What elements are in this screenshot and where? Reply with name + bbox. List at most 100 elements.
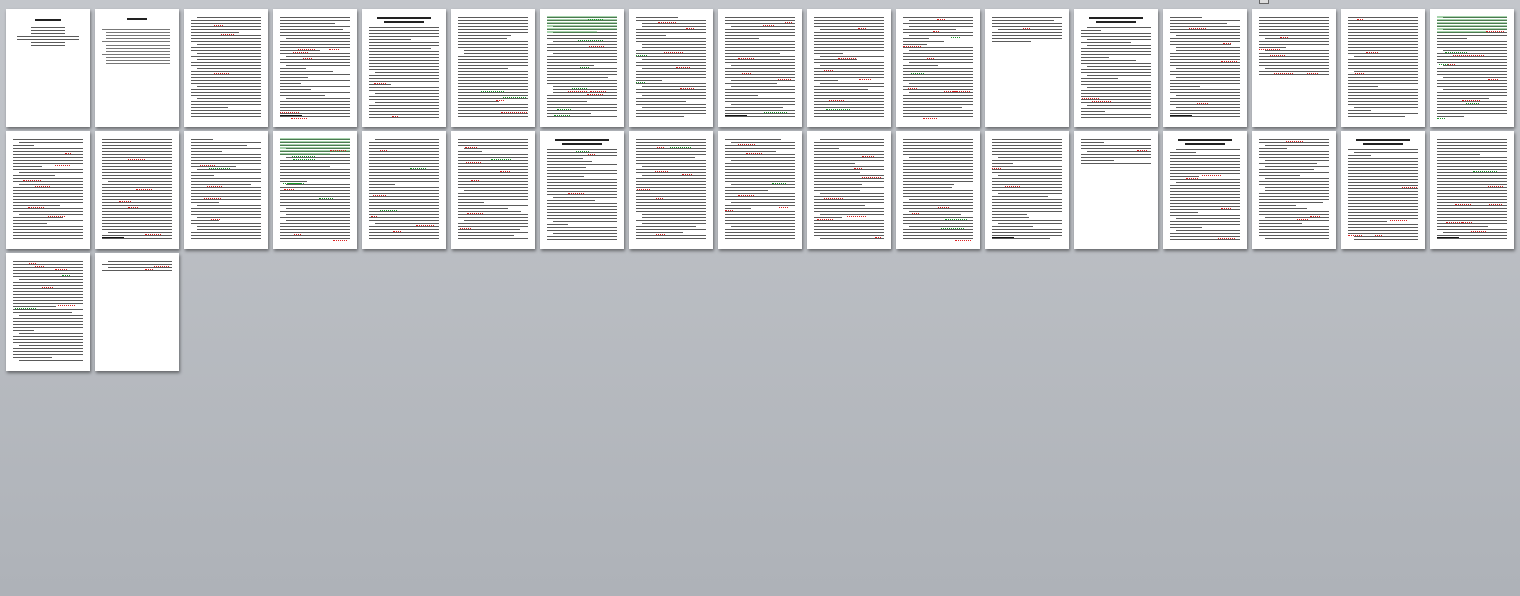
text-line: [1170, 20, 1240, 21]
page-thumbnail[interactable]: [451, 9, 535, 127]
grammar-error-underline: [1466, 100, 1479, 104]
text-line: [458, 181, 528, 182]
page-thumbnail[interactable]: [896, 9, 980, 127]
page-thumbnail[interactable]: [629, 131, 713, 249]
page-thumbnail[interactable]: [629, 9, 713, 127]
page-text: [1348, 137, 1418, 243]
page-thumbnail[interactable]: [6, 9, 90, 127]
text-line: [464, 53, 528, 54]
page-thumbnail[interactable]: [1074, 9, 1158, 127]
page-thumbnail[interactable]: [1252, 131, 1336, 249]
page-thumbnail[interactable]: [540, 131, 624, 249]
text-line: [903, 163, 973, 164]
text-line: [903, 178, 973, 179]
page-thumbnail[interactable]: [1430, 131, 1514, 249]
text-line: [369, 190, 439, 191]
grammar-error-underline: [636, 79, 645, 83]
page-thumbnail[interactable]: [807, 131, 891, 249]
page-thumbnail[interactable]: [1163, 131, 1247, 249]
page-thumbnail[interactable]: [1430, 9, 1514, 127]
text-line: [547, 98, 617, 99]
document-viewport[interactable]: [0, 0, 1520, 596]
page-thumbnail[interactable]: [184, 131, 268, 249]
spelling-error-underline: [1270, 52, 1285, 56]
page-thumbnail[interactable]: [985, 131, 1069, 249]
text-line: [547, 152, 617, 153]
text-line: [280, 196, 350, 197]
text-line: [1081, 33, 1151, 34]
text-line: [1081, 84, 1151, 85]
page-thumbnail[interactable]: [184, 9, 268, 127]
text-line: [547, 236, 617, 237]
text-line: [369, 105, 439, 106]
text-line: [903, 68, 973, 69]
text-line: [725, 113, 795, 114]
text-line: [992, 196, 1048, 197]
grammar-error-underline: [15, 305, 36, 309]
text-line: [197, 205, 261, 206]
text-line: [814, 35, 884, 36]
text-line: [642, 23, 706, 24]
page-thumbnail[interactable]: [807, 9, 891, 127]
page-thumbnail[interactable]: [362, 9, 446, 127]
text-line: [1259, 181, 1329, 182]
text-line: [547, 188, 617, 189]
page-thumbnail[interactable]: [896, 131, 980, 249]
text-line: [191, 92, 261, 93]
page-thumbnail[interactable]: [985, 9, 1069, 127]
page-text: [191, 15, 261, 121]
text-line: [903, 116, 973, 117]
spelling-error-underline: [145, 266, 153, 270]
page-thumbnail[interactable]: [95, 253, 179, 371]
text-line: [1087, 66, 1151, 67]
text-line: [1170, 65, 1240, 66]
spelling-error-underline: [657, 144, 664, 148]
text-line: [1443, 65, 1507, 66]
page-thumbnail[interactable]: [1163, 9, 1247, 127]
spelling-error-underline: [1402, 184, 1417, 188]
page-thumbnail[interactable]: [95, 9, 179, 127]
text-line: [280, 107, 350, 108]
page-thumbnail[interactable]: [273, 9, 357, 127]
page-thumbnail[interactable]: [718, 9, 802, 127]
text-line: [814, 232, 884, 233]
text-line: [903, 139, 973, 140]
text-line: [1348, 164, 1418, 165]
text-line: [636, 184, 706, 185]
text-line: [1348, 167, 1418, 168]
text-line: [814, 50, 884, 51]
text-line: [562, 143, 602, 145]
text-line: [725, 157, 795, 158]
spelling-error-underline: [1023, 25, 1030, 29]
page-thumbnail[interactable]: [1341, 131, 1425, 249]
grammar-error-underline: [547, 31, 597, 33]
page-thumbnail[interactable]: [1341, 9, 1425, 127]
page-thumbnail[interactable]: [451, 131, 535, 249]
resize-grip-icon[interactable]: [1259, 0, 1269, 4]
page-thumbnail[interactable]: [6, 253, 90, 371]
text-line: [13, 273, 83, 274]
page-thumbnail[interactable]: [95, 131, 179, 249]
grammar-error-underline: [547, 19, 617, 21]
spelling-error-underline: [333, 237, 347, 241]
text-line: [636, 116, 684, 117]
text-line: [13, 312, 72, 313]
text-line: [13, 276, 83, 277]
text-line: [992, 154, 1062, 155]
text-line: [636, 229, 706, 230]
page-thumbnail[interactable]: [718, 131, 802, 249]
text-line: [1081, 30, 1101, 31]
page-thumbnail[interactable]: [362, 131, 446, 249]
page-thumbnail[interactable]: [1252, 9, 1336, 127]
text-line: [1259, 35, 1329, 36]
page-thumbnail[interactable]: [1074, 131, 1158, 249]
text-line: [1259, 154, 1329, 155]
page-thumbnail[interactable]: [540, 9, 624, 127]
text-line: [725, 98, 795, 99]
page-thumbnail[interactable]: [273, 131, 357, 249]
text-line: [1265, 166, 1329, 167]
grammar-error-underline: [911, 70, 924, 74]
text-line: [1348, 35, 1418, 36]
page-thumbnail[interactable]: [6, 131, 90, 249]
text-line: [17, 39, 79, 40]
